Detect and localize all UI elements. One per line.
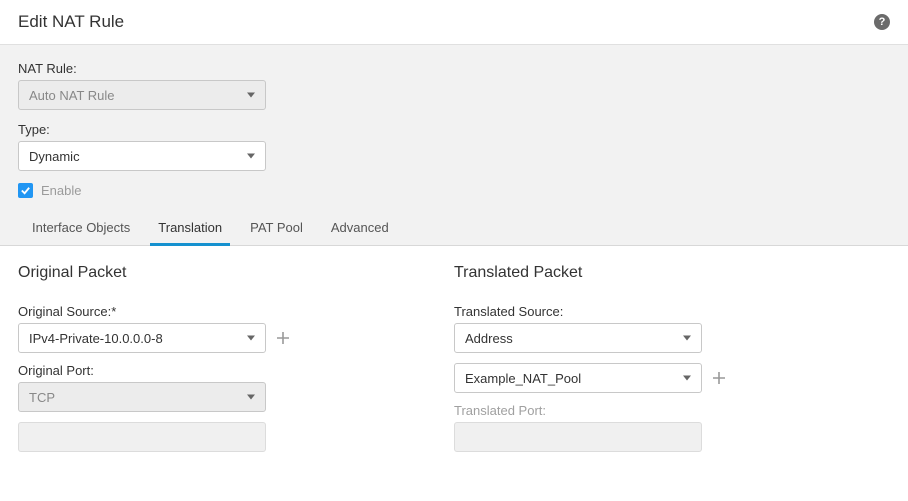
translated-source-pool-value: Example_NAT_Pool	[465, 371, 581, 386]
chevron-down-icon	[683, 376, 691, 381]
nat-rule-label: NAT Rule:	[18, 61, 890, 76]
nat-rule-select-value: Auto NAT Rule	[29, 88, 115, 103]
translated-packet-title: Translated Packet	[454, 264, 874, 282]
translated-port-row	[454, 422, 874, 452]
original-source-select[interactable]: IPv4-Private-10.0.0.0-8	[18, 323, 266, 353]
chevron-down-icon	[247, 154, 255, 159]
type-select-value: Dynamic	[29, 149, 80, 164]
type-select[interactable]: Dynamic	[18, 141, 266, 171]
add-original-source-button[interactable]	[274, 329, 292, 347]
original-packet-col: Original Packet Original Source:* IPv4-P…	[18, 264, 418, 462]
type-select-wrap: Dynamic	[18, 141, 266, 171]
nat-rule-select[interactable]: Auto NAT Rule	[18, 80, 266, 110]
original-packet-title: Original Packet	[18, 264, 418, 282]
original-port-protocol-value: TCP	[29, 390, 55, 405]
tab-pat-pool[interactable]: PAT Pool	[236, 212, 317, 245]
chevron-down-icon	[247, 395, 255, 400]
translated-port-label: Translated Port:	[454, 403, 874, 418]
type-label: Type:	[18, 122, 890, 137]
enable-row: Enable	[18, 183, 890, 198]
original-source-row: IPv4-Private-10.0.0.0-8	[18, 323, 418, 353]
original-port-input[interactable]	[18, 422, 266, 452]
translated-source-type-value: Address	[465, 331, 513, 346]
tab-translation[interactable]: Translation	[144, 212, 236, 245]
upper-section: NAT Rule: Auto NAT Rule Type: Dynamic En…	[0, 45, 908, 246]
add-translated-source-button[interactable]	[710, 369, 728, 387]
chevron-down-icon	[683, 336, 691, 341]
translated-source-pool-select[interactable]: Example_NAT_Pool	[454, 363, 702, 393]
type-row: Type: Dynamic	[18, 122, 890, 171]
check-icon	[20, 185, 31, 196]
dialog-title: Edit NAT Rule	[18, 12, 124, 32]
original-port-protocol-select[interactable]: TCP	[18, 382, 266, 412]
tab-interface-objects[interactable]: Interface Objects	[18, 212, 144, 245]
translated-source-type-select[interactable]: Address	[454, 323, 702, 353]
chevron-down-icon	[247, 93, 255, 98]
tabs: Interface Objects Translation PAT Pool A…	[18, 212, 890, 245]
tab-advanced[interactable]: Advanced	[317, 212, 403, 245]
enable-label: Enable	[41, 183, 81, 198]
translated-packet-col: Translated Packet Translated Source: Add…	[454, 264, 874, 462]
nat-rule-select-wrap: Auto NAT Rule	[18, 80, 266, 110]
translated-source-pool-row: Example_NAT_Pool	[454, 363, 874, 393]
nat-rule-row: NAT Rule: Auto NAT Rule	[18, 61, 890, 110]
lower-section: Original Packet Original Source:* IPv4-P…	[0, 246, 908, 462]
chevron-down-icon	[247, 336, 255, 341]
original-port-protocol-row: TCP	[18, 382, 418, 412]
original-port-label: Original Port:	[18, 363, 418, 378]
original-source-value: IPv4-Private-10.0.0.0-8	[29, 331, 163, 346]
original-port-value-row	[18, 422, 418, 452]
original-source-label: Original Source:*	[18, 304, 418, 319]
dialog-header: Edit NAT Rule ?	[0, 0, 908, 45]
translated-source-label: Translated Source:	[454, 304, 874, 319]
plus-icon	[712, 371, 726, 385]
plus-icon	[276, 331, 290, 345]
help-icon[interactable]: ?	[874, 14, 890, 30]
enable-checkbox[interactable]	[18, 183, 33, 198]
translated-source-type-row: Address	[454, 323, 874, 353]
translated-port-input[interactable]	[454, 422, 702, 452]
